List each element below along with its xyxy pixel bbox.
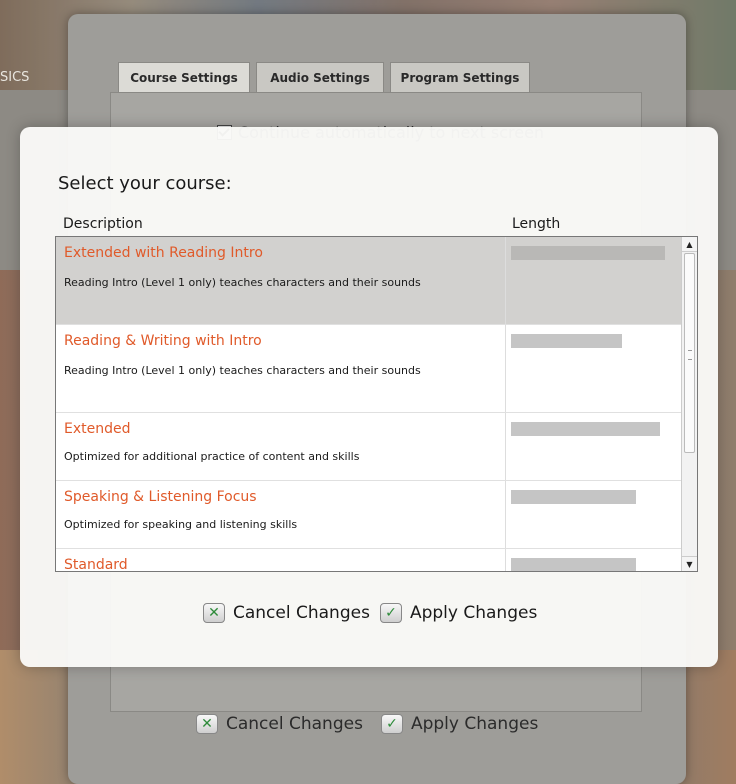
course-name: Extended xyxy=(64,421,131,437)
dialog-button-row: ✕ Cancel Changes ✓ Apply Changes xyxy=(203,603,537,623)
background-side-label: SICS xyxy=(0,70,30,85)
course-row[interactable]: Extended Optimized for additional practic… xyxy=(56,413,683,481)
course-row[interactable]: Extended with Reading Intro Reading Intro… xyxy=(56,237,683,325)
x-icon: ✕ xyxy=(196,714,218,734)
background-apply-button[interactable]: ✓ Apply Changes xyxy=(380,714,539,734)
course-row[interactable]: Speaking & Listening Focus Optimized for … xyxy=(56,481,683,549)
course-description-cell: Standard xyxy=(56,549,506,572)
course-length-bar xyxy=(511,422,660,436)
background-button-row: ✕ Cancel Changes ✓ Apply Changes xyxy=(196,714,538,734)
course-description: Optimized for additional practice of con… xyxy=(64,450,360,463)
course-length-bar xyxy=(511,334,622,348)
course-description-cell: Extended with Reading Intro Reading Intro… xyxy=(56,237,506,324)
course-row[interactable]: Reading & Writing with Intro Reading Intr… xyxy=(56,325,683,413)
course-description: Optimized for speaking and listening ski… xyxy=(64,518,298,531)
course-description-cell: Speaking & Listening Focus Optimized for … xyxy=(56,481,506,548)
course-list-rows: Extended with Reading Intro Reading Intro… xyxy=(56,237,683,572)
course-length-bar xyxy=(511,490,636,504)
course-description-cell: Extended Optimized for additional practic… xyxy=(56,413,506,480)
cancel-changes-button[interactable]: ✕ Cancel Changes xyxy=(203,603,370,623)
column-header-description: Description xyxy=(63,216,143,232)
course-name: Speaking & Listening Focus xyxy=(64,489,257,505)
background-cancel-button[interactable]: ✕ Cancel Changes xyxy=(196,714,363,734)
course-list[interactable]: Extended with Reading Intro Reading Intro… xyxy=(55,236,698,572)
course-description: Reading Intro (Level 1 only) teaches cha… xyxy=(64,276,421,289)
arrow-down-icon[interactable]: ▼ xyxy=(682,556,697,571)
background-apply-label: Apply Changes xyxy=(410,714,539,734)
apply-changes-button[interactable]: ✓ Apply Changes xyxy=(379,603,538,623)
apply-changes-label: Apply Changes xyxy=(409,603,538,623)
tab-program-settings[interactable]: Program Settings xyxy=(390,62,530,92)
check-icon: ✓ xyxy=(379,603,402,623)
background-cancel-label: Cancel Changes xyxy=(226,714,363,734)
tab-course-settings[interactable]: Course Settings xyxy=(118,62,250,92)
select-course-dialog: Select your course: Description Length E… xyxy=(20,127,718,667)
cancel-changes-label: Cancel Changes xyxy=(233,603,370,623)
scroll-thumb[interactable] xyxy=(684,253,695,453)
course-row[interactable]: Standard xyxy=(56,549,683,572)
course-description: Reading Intro (Level 1 only) teaches cha… xyxy=(64,364,421,377)
course-length-bar xyxy=(511,558,636,571)
x-icon: ✕ xyxy=(203,603,225,623)
tab-audio-settings[interactable]: Audio Settings xyxy=(256,62,384,92)
scrollbar[interactable]: ▲ ▼ xyxy=(681,237,697,571)
dialog-title: Select your course: xyxy=(58,173,232,194)
course-name: Reading & Writing with Intro xyxy=(64,333,262,349)
scroll-grip xyxy=(688,350,692,360)
column-header-length: Length xyxy=(512,216,561,232)
arrow-up-icon[interactable]: ▲ xyxy=(682,237,697,252)
course-length-bar xyxy=(511,246,665,260)
check-icon: ✓ xyxy=(380,714,403,734)
course-name: Extended with Reading Intro xyxy=(64,245,263,261)
course-description-cell: Reading & Writing with Intro Reading Intr… xyxy=(56,325,506,412)
course-name: Standard xyxy=(64,557,128,572)
